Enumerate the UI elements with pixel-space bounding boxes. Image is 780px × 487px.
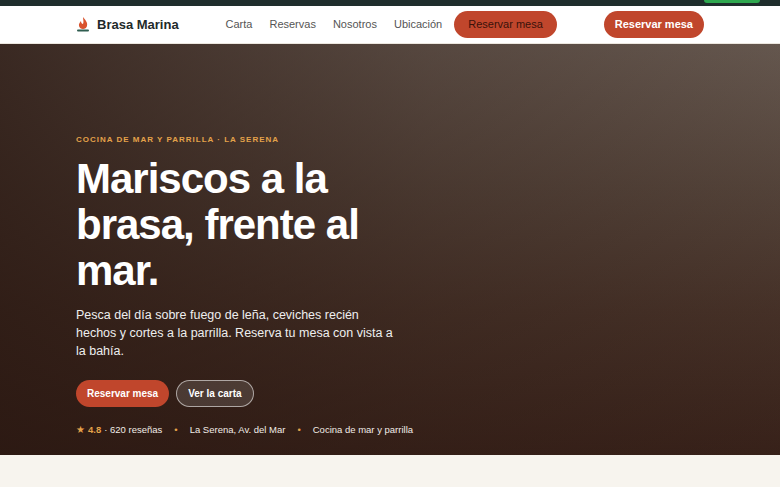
nav-link[interactable]: Reservas (269, 16, 315, 33)
hero: COCINA DE MAR Y PARRILLA · LA SERENA Mari… (0, 44, 780, 455)
reserve-button[interactable]: Reservar mesa (604, 11, 704, 38)
nav-link[interactable]: Nosotros (333, 16, 377, 33)
meta-item: Cocina de mar y parrilla (313, 423, 413, 437)
nav-links: Carta Reservas Nosotros Ubicación Reservar m… (179, 11, 604, 38)
navbar: Brasa Marina Carta Reservas Nosotros Ubicaci… (0, 6, 780, 44)
next-section (0, 455, 780, 487)
separator-dot: • (297, 423, 300, 437)
hero-eyebrow: COCINA DE MAR Y PARRILLA · LA SERENA (76, 134, 704, 146)
rating-reviews: · 620 reseñas (104, 423, 162, 437)
hero-title: Mariscos a la brasa, frente al mar. (76, 156, 386, 294)
brand-logo[interactable]: Brasa Marina (76, 15, 179, 35)
nav-link[interactable]: Carta (226, 16, 253, 33)
button-label: Ver la carta (188, 388, 241, 399)
hero-buttons: Reservar mesa Ver la carta (76, 380, 704, 407)
flame-icon (76, 17, 90, 32)
rating: ★4.8· 620 reseñas (76, 423, 162, 437)
brand-name: Brasa Marina (97, 15, 179, 35)
separator-dot: • (174, 423, 177, 437)
status-pill (704, 0, 760, 3)
star-icon: ★ (76, 423, 85, 437)
hero-text: Pesca del día sobre fuego de leña, cevic… (76, 306, 396, 360)
button-label: Reservar mesa (87, 388, 158, 399)
menu-button[interactable]: Ver la carta (176, 380, 253, 407)
hero-meta: ★4.8· 620 reseñas • La Serena, Av. del Mar… (76, 423, 704, 437)
rating-score: 4.8 (88, 423, 101, 437)
nav-link[interactable]: Ubicación (394, 16, 442, 33)
nav-reserve-pill[interactable]: Reservar mesa (454, 11, 557, 38)
reserve-button[interactable]: Reservar mesa (76, 380, 169, 407)
meta-item: La Serena, Av. del Mar (190, 423, 286, 437)
